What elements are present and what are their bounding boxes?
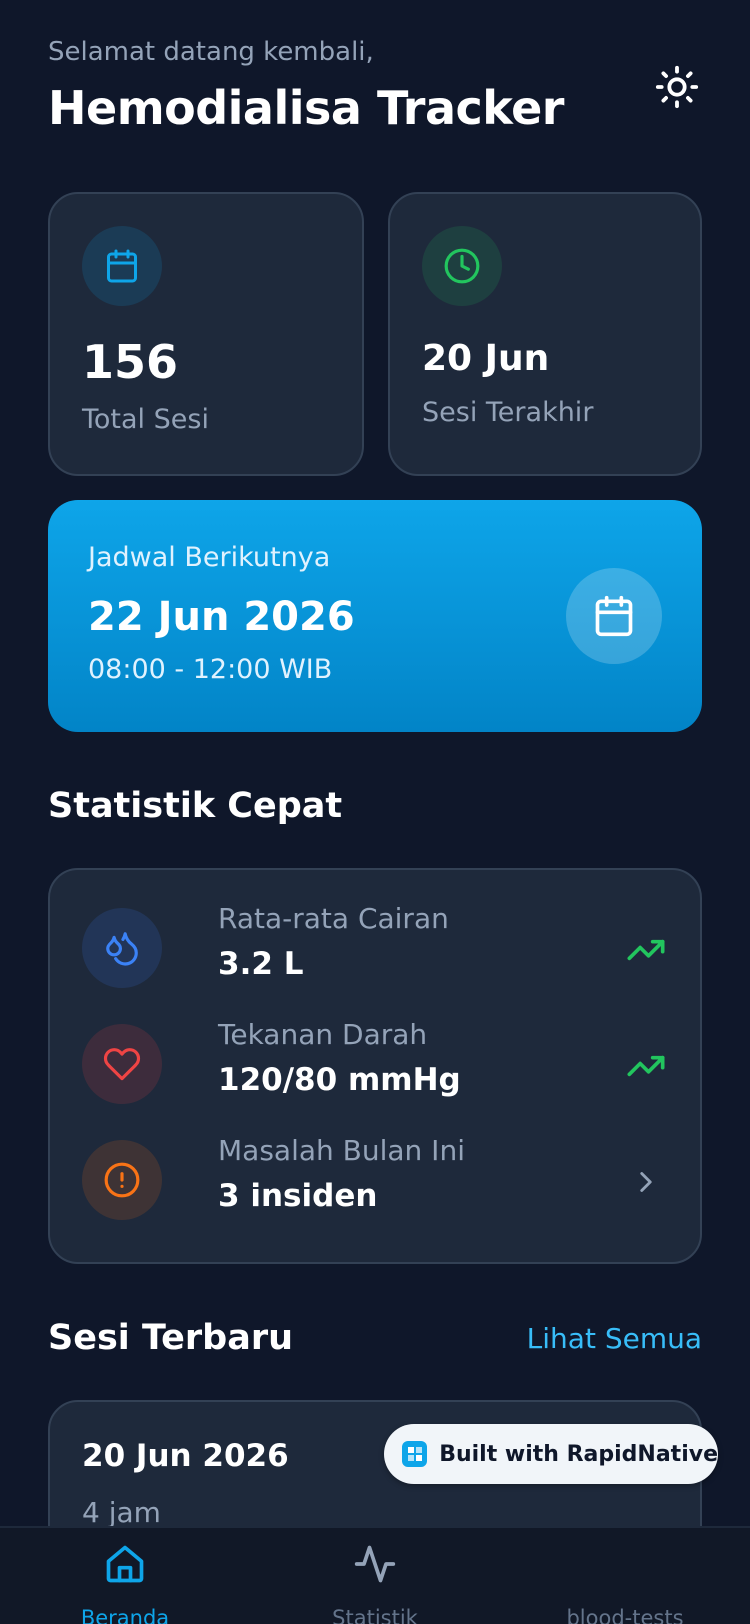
recent-sessions-title: Sesi Terbaru: [48, 1318, 294, 1358]
header: Selamat datang kembali, Hemodialisa Trac…: [48, 34, 702, 136]
activity-icon-wrap: [351, 1540, 399, 1588]
tab-label: blood-tests: [566, 1606, 684, 1624]
next-schedule-label: Jadwal Berikutnya: [88, 542, 331, 573]
quick-stat-trend: [624, 928, 668, 972]
alert-circle-icon: [104, 1162, 140, 1198]
total-sessions-label: Total Sesi: [82, 404, 209, 435]
next-schedule-time: 08:00 - 12:00 WIB: [88, 654, 333, 685]
quick-stats-card: Rata-rata Cairan 3.2 L Tekanan Darah 120…: [48, 868, 702, 1264]
quick-stat-label: Masalah Bulan Ini: [218, 1134, 465, 1167]
trending-up-icon: [627, 939, 665, 961]
greeting-text: Selamat datang kembali,: [48, 37, 374, 67]
next-schedule-card[interactable]: Jadwal Berikutnya 22 Jun 2026 08:00 - 12…: [48, 500, 702, 732]
quick-stat-chevron[interactable]: [624, 1160, 668, 1204]
quick-stat-value: 120/80 mmHg: [218, 1062, 461, 1098]
quick-stat-issues-icon-wrap: [82, 1140, 162, 1220]
last-session-value: 20 Jun: [422, 338, 550, 379]
calendar-icon: [107, 249, 137, 283]
clock-icon: [444, 248, 480, 284]
quick-stat-trend: [624, 1044, 668, 1088]
calendar-icon: [595, 595, 633, 637]
page-title: Hemodialisa Tracker: [48, 81, 565, 135]
quick-stat-value: 3.2 L: [218, 946, 304, 982]
quick-stat-value: 3 insiden: [218, 1178, 378, 1214]
quick-stats-title: Statistik Cepat: [48, 786, 343, 826]
rapidnative-logo-icon: [402, 1441, 428, 1467]
session-duration: 4 jam: [82, 1496, 161, 1529]
trending-up-icon: [627, 1055, 665, 1077]
last-session-card[interactable]: 20 Jun Sesi Terakhir: [388, 192, 702, 476]
activity-icon: [354, 1545, 396, 1583]
quick-stat-label: Tekanan Darah: [218, 1018, 428, 1051]
tab-statistik[interactable]: Statistik: [250, 1528, 500, 1624]
total-sessions-card[interactable]: 156 Total Sesi: [48, 192, 364, 476]
quick-stat-fluid-icon-wrap: [82, 908, 162, 988]
total-sessions-value: 156: [82, 335, 179, 389]
built-with-badge[interactable]: Built with RapidNative: [384, 1424, 718, 1484]
bottom-tab-bar: Beranda Statistik blood-tests: [0, 1526, 750, 1624]
quick-stat-bp-icon-wrap: [82, 1024, 162, 1104]
total-sessions-icon-wrap: [82, 226, 162, 306]
quick-stat-blood-pressure[interactable]: Tekanan Darah 120/80 mmHg: [82, 1018, 668, 1108]
tab-beranda[interactable]: Beranda: [0, 1528, 250, 1624]
home-screen: Selamat datang kembali, Hemodialisa Trac…: [0, 0, 750, 1624]
tab-label: Beranda: [80, 1606, 170, 1624]
quick-stat-label: Rata-rata Cairan: [218, 902, 449, 935]
last-session-label: Sesi Terakhir: [422, 397, 594, 428]
next-schedule-icon-wrap: [566, 568, 662, 664]
quick-stat-issues[interactable]: Masalah Bulan Ini 3 insiden: [82, 1134, 668, 1224]
last-session-icon-wrap: [422, 226, 502, 306]
home-icon: [106, 1545, 144, 1583]
home-icon-wrap: [101, 1540, 149, 1588]
tab-blood-tests[interactable]: blood-tests: [500, 1528, 750, 1624]
see-all-link[interactable]: Lihat Semua: [527, 1322, 702, 1355]
sun-icon: [655, 65, 699, 109]
heart-icon: [103, 1048, 141, 1081]
badge-text: Built with RapidNative: [439, 1441, 718, 1467]
chevron-right-icon: [640, 1172, 652, 1192]
session-date: 20 Jun 2026: [82, 1438, 289, 1474]
quick-stat-fluid[interactable]: Rata-rata Cairan 3.2 L: [82, 902, 668, 992]
droplets-icon: [106, 932, 138, 966]
tab-label: Statistik: [332, 1606, 418, 1624]
theme-toggle-button[interactable]: [652, 62, 702, 112]
next-schedule-date: 22 Jun 2026: [88, 594, 355, 640]
rapidnative-mark-icon: [407, 1447, 422, 1461]
